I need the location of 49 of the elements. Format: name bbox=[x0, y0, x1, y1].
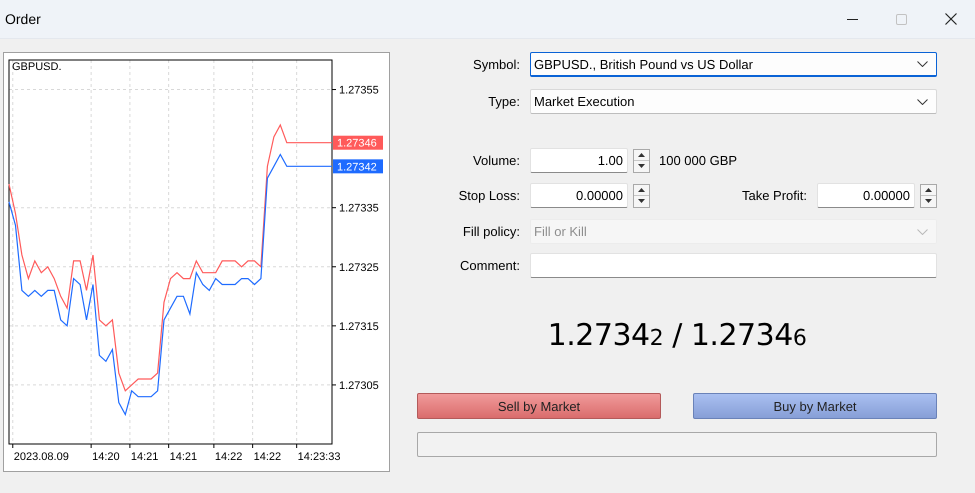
field-label: Fill policy: bbox=[462, 224, 520, 239]
comment-field[interactable] bbox=[530, 253, 937, 278]
price-tag: 1.27342 bbox=[333, 159, 383, 174]
volume-unit: 100 000 GBP bbox=[659, 153, 738, 168]
y-tick-label: 1.27315 bbox=[339, 320, 379, 333]
field-label: Comment: bbox=[459, 258, 520, 273]
chevron-down-icon bbox=[917, 98, 928, 104]
symbol-dropdown[interactable]: GBPUSD., British Pound vs US Dollar bbox=[530, 52, 937, 77]
field-label: Volume: bbox=[472, 153, 520, 168]
close-icon bbox=[944, 13, 956, 25]
x-axis-label: 14:22 bbox=[214, 451, 242, 463]
x-axis-label: 14:22 bbox=[254, 451, 282, 463]
down-arrow-icon bbox=[638, 164, 645, 168]
y-axis-label: 1.27315 bbox=[332, 320, 379, 333]
up-arrow-icon bbox=[638, 188, 645, 192]
sell-button[interactable]: Sell by Market bbox=[417, 393, 661, 419]
up-arrow-icon bbox=[925, 188, 932, 192]
x-axis-label: 14:23:33 bbox=[298, 451, 340, 463]
x-axis-label: 2023.08.09 bbox=[14, 451, 69, 463]
y-tick-label: 1.27335 bbox=[339, 202, 379, 215]
take-profit-field[interactable]: 0.00000 bbox=[817, 183, 915, 208]
y-tick-label: 1.27325 bbox=[339, 262, 379, 274]
type-dropdown[interactable]: Market Execution bbox=[530, 89, 937, 114]
price-tag: 1.27346 bbox=[333, 136, 383, 150]
stop-loss-field[interactable]: 0.00000 bbox=[530, 183, 628, 208]
y-axis-label: 1.27335 bbox=[332, 202, 379, 215]
field-label: Type: bbox=[487, 94, 520, 109]
down-arrow-icon bbox=[925, 199, 932, 204]
y-tick-label: 1.27355 bbox=[339, 84, 379, 97]
y-axis-label: 1.27305 bbox=[332, 380, 379, 392]
y-axis-label: 1.27325 bbox=[332, 262, 379, 274]
up-arrow-icon bbox=[638, 152, 645, 157]
window-title: Order bbox=[5, 11, 42, 27]
down-arrow-icon bbox=[638, 199, 645, 204]
y-tick-label: 1.27305 bbox=[339, 380, 379, 392]
buy-button[interactable]: Buy by Market bbox=[693, 393, 937, 419]
volume-field[interactable]: 1.00 bbox=[530, 148, 628, 173]
chevron-down-icon bbox=[917, 61, 928, 67]
field-label: Symbol: bbox=[472, 57, 520, 72]
chevron-down-icon bbox=[917, 228, 928, 234]
maximize-icon bbox=[896, 14, 907, 24]
x-axis-label: 14:21 bbox=[130, 451, 158, 463]
minimize-icon bbox=[847, 18, 858, 20]
x-axis-label: 14:20 bbox=[92, 451, 120, 463]
field-label: Take Profit: bbox=[740, 188, 807, 203]
x-axis-label: 14:21 bbox=[170, 451, 198, 463]
field-label: Stop Loss: bbox=[458, 188, 520, 203]
y-axis-label: 1.27355 bbox=[332, 84, 379, 97]
chart-symbol: GBPUSD. bbox=[12, 61, 62, 73]
